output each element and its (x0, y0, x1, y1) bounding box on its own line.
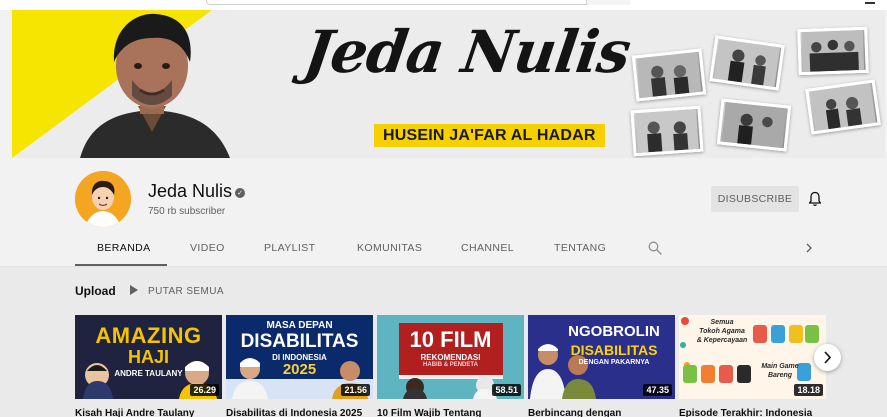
banner-photo (805, 79, 881, 135)
play-all-button[interactable]: PUTAR SEMUA (130, 285, 224, 297)
chevron-right-icon[interactable] (804, 243, 814, 253)
banner-photo (631, 48, 707, 102)
verified-check-circle-icon: ✓ (235, 188, 245, 198)
video-title[interactable]: Kisah Haji Andre Taulany (75, 408, 222, 417)
thumbnail-text: HABIB & PENDETA (423, 362, 478, 368)
video-thumbnail[interactable]: MASA DEPAN DISABILITAS DI INDONESIA 2025… (226, 315, 373, 399)
banner-photo (709, 35, 785, 91)
video-duration: 58.51 (492, 384, 521, 396)
thumbnail-text: Main Game (761, 363, 799, 370)
masthead-menu-icon[interactable] (865, 0, 875, 4)
channel-name[interactable]: Jeda Nulis (148, 181, 232, 202)
tab-tentang[interactable]: TENTANG (554, 242, 606, 254)
thumbnail-text: AMAZING (95, 323, 202, 348)
tab-komunitas[interactable]: KOMUNITAS (357, 242, 422, 254)
banner-host-photo (80, 13, 230, 158)
video-thumbnail[interactable]: Semua Tokoh Agama & Kepercayaan Main Gam… (679, 315, 826, 399)
tab-playlist[interactable]: PLAYLIST (264, 242, 315, 254)
thumbnail-text: 2025 (282, 361, 317, 378)
tab-channel[interactable]: CHANNEL (461, 242, 514, 254)
thumbnail-text: 10 FILM (409, 327, 492, 352)
thumbnail-text: REKOMENDASI (420, 353, 481, 362)
video-duration: 47.35 (643, 384, 672, 396)
video-title[interactable]: Episode Terakhir: Indonesia (679, 408, 826, 417)
video-card[interactable]: MASA DEPAN DISABILITAS DI INDONESIA 2025… (226, 315, 373, 417)
thumbnail-text: DISABILITAS (570, 342, 658, 358)
banner-photo (797, 26, 869, 76)
video-thumbnail[interactable]: NGOBROLIN DISABILITAS DENGAN PAKARNYA 47… (528, 315, 675, 399)
thumbnail-text: Semua (710, 319, 734, 326)
thumbnail-text: & Kepercayaan (696, 337, 748, 344)
video-card[interactable]: AMAZING HAJI ANDRE TAULANY 26.29 Kisah H… (75, 315, 222, 417)
banner-photo (630, 105, 704, 157)
thumbnail-text: DENGAN PAKARNYA (578, 359, 650, 366)
channel-banner: Jeda Nulis HUSEIN JA'FAR AL HADAR (12, 10, 885, 158)
unsubscribe-button[interactable]: DISUBSCRIBE (711, 186, 799, 212)
bell-icon[interactable] (808, 191, 822, 207)
video-duration: 26.29 (190, 384, 219, 396)
video-thumbnail[interactable]: AMAZING HAJI ANDRE TAULANY 26.29 (75, 315, 222, 399)
video-thumbnail[interactable]: 10 FILM REKOMENDASI HABIB & PENDETA 58.5… (377, 315, 524, 399)
masthead-search-input[interactable] (206, 0, 630, 5)
video-card[interactable]: 10 FILM REKOMENDASI HABIB & PENDETA 58.5… (377, 315, 524, 417)
video-title[interactable]: 10 Film Wajib Tentang (377, 408, 524, 417)
thumbnail-text: DISABILITAS (240, 331, 359, 352)
banner-title: Jeda Nulis (299, 18, 635, 86)
subscriber-count: 750 rb subscriber (148, 206, 226, 217)
thumbnail-text: ANDRE TAULANY (114, 369, 183, 378)
video-duration: 18.18 (794, 384, 823, 396)
tab-beranda[interactable]: BERANDA (97, 242, 151, 254)
video-duration: 21.56 (341, 384, 370, 396)
thumbnail-text: Bareng (767, 372, 793, 379)
thumbnail-text: MASA DEPAN (266, 320, 333, 331)
play-icon (130, 285, 138, 295)
search-icon[interactable] (648, 241, 662, 255)
channel-avatar[interactable] (75, 171, 131, 227)
play-all-label: PUTAR SEMUA (148, 286, 224, 297)
thumbnail-text: Tokoh Agama (699, 328, 745, 335)
masthead (0, 0, 887, 10)
chevron-right-icon (824, 351, 832, 364)
banner-subtitle: HUSEIN JA'FAR AL HADAR (374, 124, 605, 147)
video-title[interactable]: Disabilitas di Indonesia 2025 (226, 408, 373, 417)
video-title[interactable]: Berbincang dengan (528, 408, 675, 417)
banner-photo (716, 98, 792, 152)
video-card[interactable]: Semua Tokoh Agama & Kepercayaan Main Gam… (679, 315, 826, 417)
thumbnail-text: NGOBROLIN (568, 323, 660, 340)
thumbnail-text: HAJI (127, 347, 169, 367)
video-card[interactable]: NGOBROLIN DISABILITAS DENGAN PAKARNYA 47… (528, 315, 675, 417)
carousel-next-button[interactable] (814, 344, 841, 371)
section-title-upload[interactable]: Upload (75, 284, 116, 298)
avatar-illustration (75, 171, 131, 227)
channel-tabs: BERANDA VIDEO PLAYLIST KOMUNITAS CHANNEL… (0, 238, 887, 266)
tab-video[interactable]: VIDEO (190, 242, 225, 254)
masthead-search-button[interactable] (586, 0, 630, 5)
